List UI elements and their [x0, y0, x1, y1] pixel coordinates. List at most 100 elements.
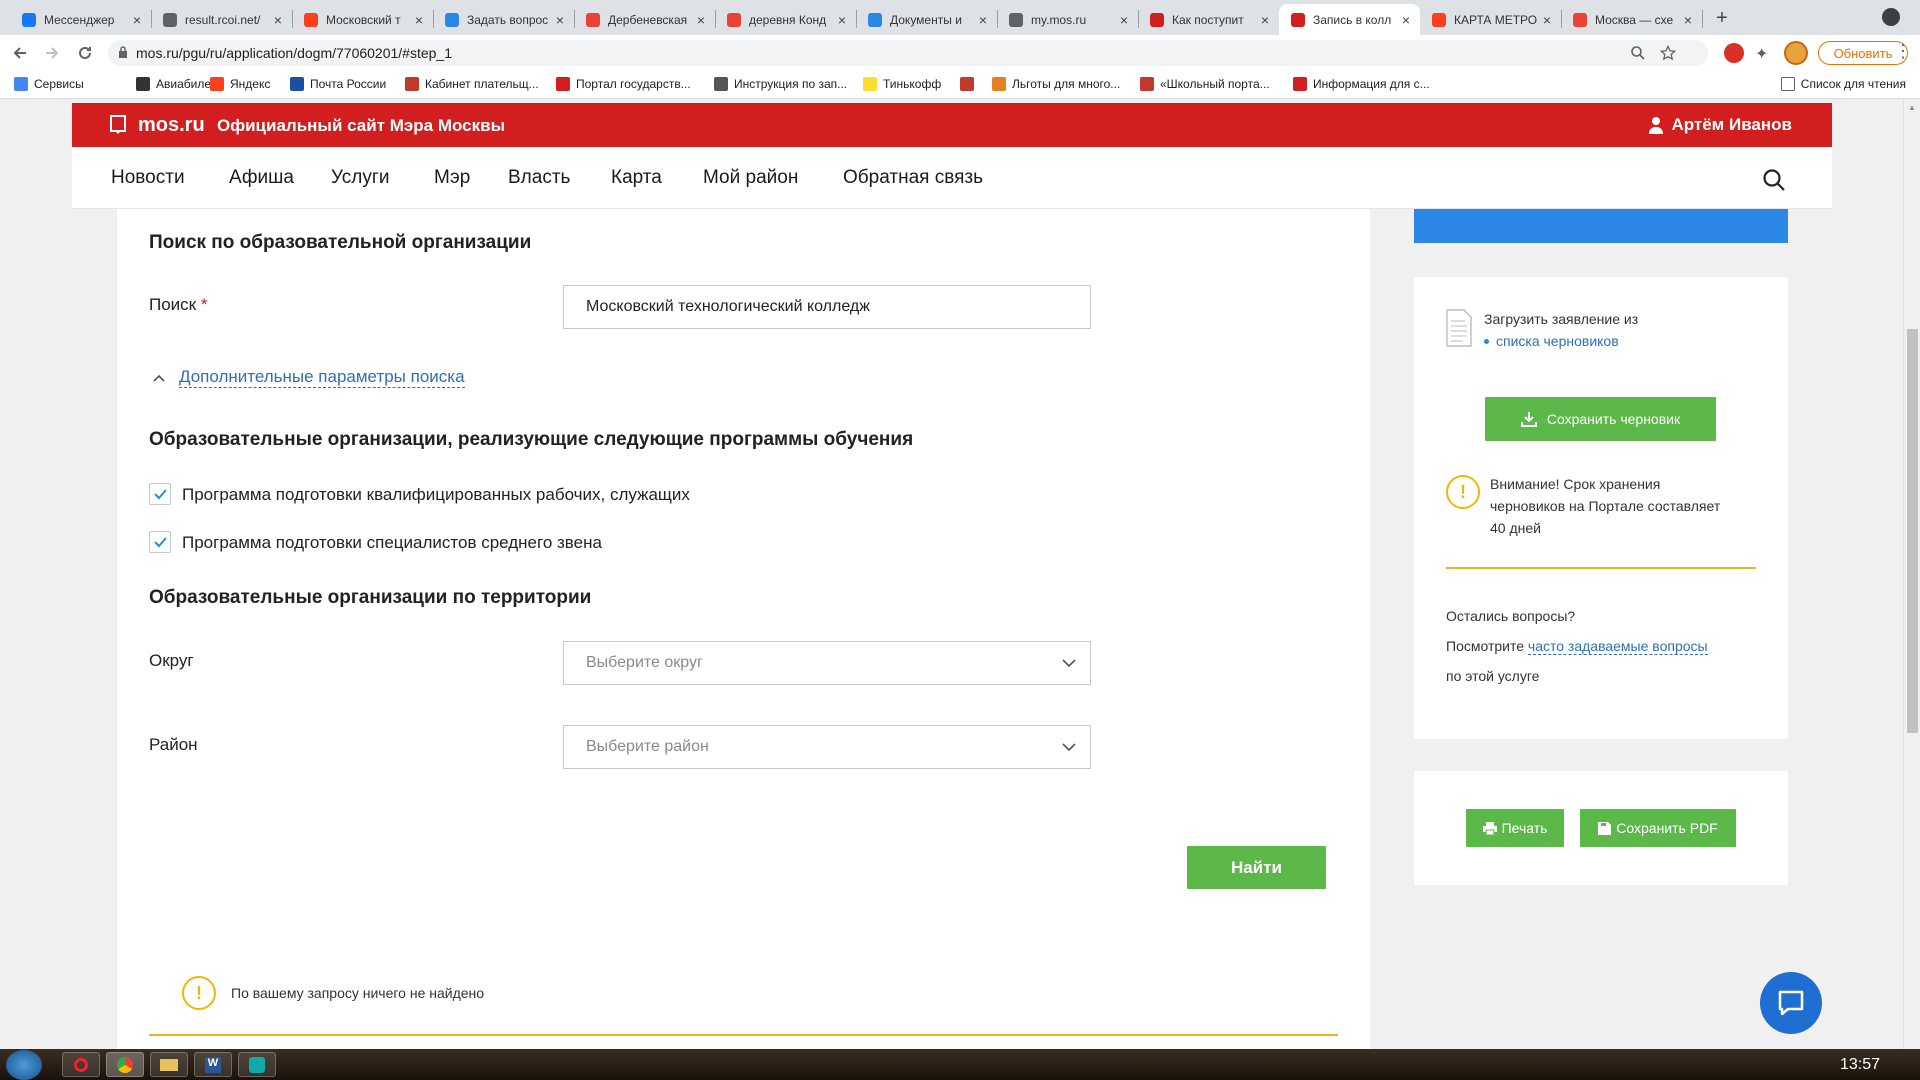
- browser-tab[interactable]: Дербеневская ×: [574, 4, 715, 35]
- bookmark-item[interactable]: «Школьный порта...: [1140, 77, 1270, 91]
- nav-item[interactable]: Новости: [111, 167, 185, 189]
- tab-close-icon[interactable]: ×: [697, 12, 705, 28]
- site-nav: Новости Афиша Услуги Мэр Власть Карта Мой райо…: [72, 147, 1832, 209]
- browser-tab[interactable]: деревня Конд ×: [715, 4, 856, 35]
- start-button[interactable]: [6, 1050, 42, 1080]
- tab-close-icon[interactable]: ×: [838, 12, 846, 28]
- faq-link[interactable]: часто задаваемые вопросы: [1527, 638, 1708, 655]
- browser-tab[interactable]: Задать вопрос ×: [433, 4, 574, 35]
- clock[interactable]: 13:57: [1840, 1056, 1880, 1074]
- bookmark-item[interactable]: Льготы для много...: [992, 77, 1120, 91]
- program-label-2[interactable]: Программа подготовки специалистов средне…: [182, 533, 602, 553]
- bookmark-item[interactable]: Тинькофф: [863, 77, 941, 91]
- bookmark-label: Тинькофф: [883, 77, 942, 91]
- nav-item[interactable]: Власть: [508, 167, 570, 189]
- url-field[interactable]: mos.ru/pgu/ru/application/dogm/77060201/…: [108, 40, 1708, 66]
- taskbar-explorer[interactable]: [150, 1052, 188, 1077]
- bookmark-item[interactable]: [960, 77, 980, 91]
- find-button[interactable]: Найти: [1187, 846, 1326, 889]
- tab-favicon-icon: [868, 12, 882, 27]
- reading-list[interactable]: Список для чтения: [1780, 77, 1906, 91]
- save-icon: [1598, 821, 1612, 835]
- browser-tab[interactable]: Как поступит ×: [1138, 4, 1279, 35]
- bookmark-item[interactable]: Кабинет плательщ...: [405, 77, 539, 91]
- bookmark-item[interactable]: Сервисы: [14, 77, 84, 91]
- bookmark-icon: [1293, 77, 1307, 91]
- browser-tab[interactable]: result.rcoi.net/ ×: [151, 4, 292, 35]
- advanced-search-link[interactable]: Дополнительные параметры поиска: [179, 367, 465, 388]
- tab-favicon-icon: [22, 12, 36, 27]
- nav-item[interactable]: Карта: [611, 167, 662, 189]
- browser-tab[interactable]: Мессенджер ×: [10, 4, 151, 35]
- extensions-puzzle-icon[interactable]: ✦: [1755, 44, 1768, 64]
- taskbar-opera[interactable]: [62, 1052, 100, 1077]
- chat-button[interactable]: [1760, 972, 1822, 1034]
- save-draft-button[interactable]: Сохранить черновик: [1485, 397, 1716, 441]
- browser-tab[interactable]: my.mos.ru ×: [997, 4, 1138, 35]
- tab-close-icon[interactable]: ×: [133, 12, 141, 28]
- tab-close-icon[interactable]: ×: [556, 12, 564, 28]
- tab-close-icon[interactable]: ×: [415, 12, 423, 28]
- bookmark-item[interactable]: Информация для с...: [1293, 77, 1430, 91]
- forward-button[interactable]: [40, 41, 64, 65]
- save-pdf-button[interactable]: Сохранить PDF: [1580, 809, 1736, 847]
- page-scrollbar[interactable]: ▲: [1903, 99, 1920, 1049]
- site-logo[interactable]: mos.ru: [138, 114, 205, 137]
- nav-item[interactable]: Обратная связь: [843, 167, 983, 189]
- new-tab-button[interactable]: +: [1710, 6, 1734, 30]
- bookmark-item[interactable]: Почта России: [290, 77, 386, 91]
- bookmark-item[interactable]: Инструкция по зап...: [714, 77, 847, 91]
- tab-search-icon[interactable]: [1882, 8, 1900, 26]
- reading-list-icon: [1780, 77, 1795, 91]
- scroll-up-icon[interactable]: ▲: [1908, 103, 1916, 112]
- tab-close-icon[interactable]: ×: [274, 12, 282, 28]
- section-title-programs: Образовательные организации, реализующие…: [149, 429, 914, 450]
- program-label-1[interactable]: Программа подготовки квалифицированных р…: [182, 485, 690, 505]
- tab-close-icon[interactable]: ×: [1684, 12, 1692, 28]
- extension-abp-icon[interactable]: [1724, 43, 1744, 63]
- tab-close-icon[interactable]: ×: [1402, 12, 1410, 28]
- reload-button[interactable]: [73, 41, 97, 65]
- nav-item[interactable]: Услуги: [331, 167, 389, 189]
- bookmark-icon: [960, 77, 974, 91]
- area-select[interactable]: Выберите район: [563, 725, 1091, 769]
- program-checkbox-1[interactable]: [149, 483, 171, 505]
- print-button[interactable]: Печать: [1466, 809, 1564, 847]
- nav-item[interactable]: Афиша: [229, 167, 294, 189]
- browser-tab[interactable]: Документы и ×: [856, 4, 997, 35]
- back-button[interactable]: [8, 41, 32, 65]
- bookmark-item[interactable]: Портал государств...: [556, 77, 691, 91]
- nav-item[interactable]: Мэр: [434, 167, 470, 189]
- tab-close-icon[interactable]: ×: [1120, 12, 1128, 28]
- district-label: Округ: [149, 651, 194, 670]
- site-header: mos.ru Официальный сайт Мэра Москвы Артё…: [72, 103, 1832, 147]
- browser-tab[interactable]: Московский т ×: [292, 4, 433, 35]
- scrollbar-thumb[interactable]: [1907, 329, 1918, 733]
- draft-warning-text: Внимание! Срок хранения черновиков на По…: [1490, 476, 1721, 536]
- zoom-icon[interactable]: [1630, 45, 1646, 61]
- advanced-search-toggle[interactable]: Дополнительные параметры поиска: [153, 367, 465, 388]
- user-menu[interactable]: Артём Иванов: [1649, 115, 1792, 135]
- search-input[interactable]: Московский технологический колледж: [563, 285, 1091, 329]
- browser-tab[interactable]: Москва — схе ×: [1561, 4, 1702, 35]
- site-tagline: Официальный сайт Мэра Москвы: [217, 116, 506, 135]
- download-icon: [1520, 412, 1537, 427]
- bookmark-star-icon[interactable]: [1660, 45, 1676, 61]
- drafts-link[interactable]: списка черновиков: [1484, 333, 1619, 349]
- menu-dots-icon[interactable]: ⋮: [1894, 41, 1912, 62]
- taskbar-app[interactable]: [238, 1052, 276, 1077]
- nav-item[interactable]: Мой район: [703, 167, 798, 189]
- tab-close-icon[interactable]: ×: [1543, 12, 1551, 28]
- tab-close-icon[interactable]: ×: [979, 12, 987, 28]
- browser-tab[interactable]: Запись в колл ×: [1279, 4, 1420, 35]
- section-title-search: Поиск по образовательной организации: [149, 232, 532, 253]
- search-icon[interactable]: [1762, 168, 1786, 192]
- bookmark-item[interactable]: Яндекс: [210, 77, 270, 91]
- taskbar-word[interactable]: W: [194, 1052, 232, 1077]
- tab-close-icon[interactable]: ×: [1261, 12, 1269, 28]
- district-select[interactable]: Выберите округ: [563, 641, 1091, 685]
- profile-avatar[interactable]: [1784, 41, 1808, 65]
- taskbar-chrome[interactable]: [106, 1052, 144, 1077]
- browser-tab[interactable]: КАРТА МЕТРО ×: [1420, 4, 1561, 35]
- program-checkbox-2[interactable]: [149, 531, 171, 553]
